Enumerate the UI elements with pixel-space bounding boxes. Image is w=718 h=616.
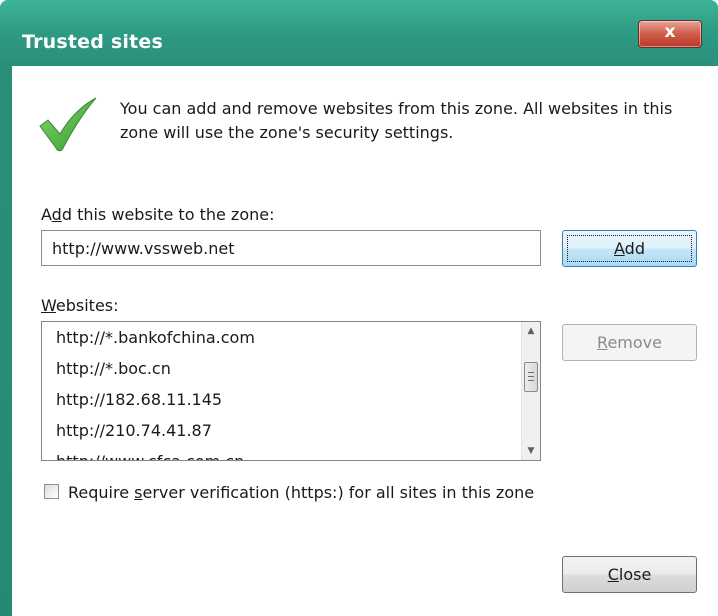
intro-text: You can add and remove websites from thi… [120,99,673,142]
websites-label: Websites: [41,296,119,315]
add-website-label: Add this website to the zone: [41,205,275,224]
close-button[interactable]: Close [562,556,697,593]
scroll-thumb[interactable] [524,362,538,392]
list-item[interactable]: http://182.68.11.145 [42,384,522,415]
website-url-input[interactable] [41,230,541,266]
scroll-down-arrow-icon[interactable]: ▼ [522,442,540,460]
list-item[interactable]: http://*.bankofchina.com [42,322,522,353]
list-item[interactable]: http://*.boc.cn [42,353,522,384]
websites-list[interactable]: http://*.bankofchina.com http://*.boc.cn… [41,321,541,461]
require-https-label[interactable]: Require server verification (https:) for… [68,483,534,502]
require-https-checkbox[interactable] [44,484,59,499]
window-close-button[interactable]: x [638,20,702,48]
window-title: Trusted sites [22,31,163,53]
list-item[interactable]: http://www.cfca.com.cn [42,446,522,460]
add-button[interactable]: Add [562,230,697,267]
checkmark-icon [39,97,97,152]
title-bar[interactable]: Trusted sites x [0,0,718,66]
remove-button[interactable]: Remove [562,324,697,361]
close-x-icon: x [664,22,676,42]
websites-scrollbar[interactable]: ▲ ▼ [521,322,540,460]
list-item[interactable]: http://210.74.41.87 [42,415,522,446]
scroll-up-arrow-icon[interactable]: ▲ [522,322,540,340]
